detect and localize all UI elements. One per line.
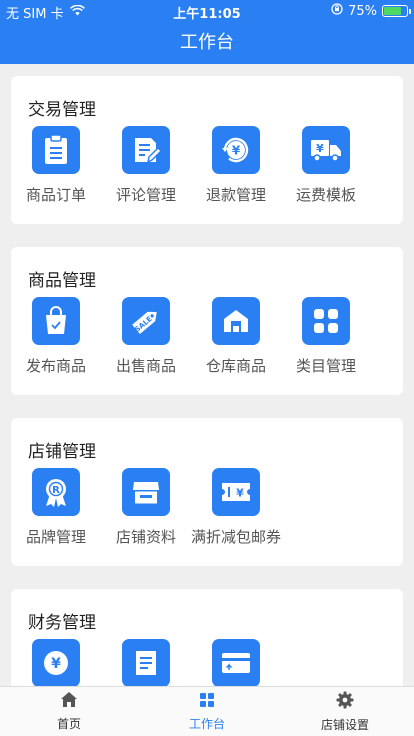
svg-text:R: R [52,485,60,496]
coupon-icon: ¥ [212,468,260,516]
sale-tag-icon: SALE [122,297,170,345]
tile-label: 类目管理 [295,357,356,375]
svg-text:¥: ¥ [51,656,61,672]
svg-text:¥: ¥ [236,487,244,500]
nav-title: 工作台 [0,22,414,64]
statement-icon [122,639,170,686]
gear-icon [336,691,354,712]
edit-document-icon [122,126,170,174]
tile-discount-coupon[interactable]: ¥ 满折减包邮券 [191,468,281,547]
tile-label: 仓库商品 [205,357,266,375]
tile-finance-3[interactable] [191,639,281,686]
tile-label: 品牌管理 [25,528,86,546]
status-bar: 无 SIM 卡 上午11:05 75% [0,0,414,22]
tile-review-management[interactable]: 评论管理 [101,126,191,205]
clipboard-icon [32,126,80,174]
tile-brand-management[interactable]: R 品牌管理 [11,468,101,547]
section-grid: 商品订单 评论管理 ¥ 退款管理 ¥ 运费模板 [11,126,403,205]
tile-finance-2[interactable] [101,639,191,686]
section-grid: ¥ [11,639,403,686]
svg-text:¥: ¥ [232,144,241,158]
status-right: 75% [331,3,411,19]
tile-finance-1[interactable]: ¥ [11,639,101,686]
tile-label: 退款管理 [205,186,266,204]
tile-refund-management[interactable]: ¥ 退款管理 [191,126,281,205]
workbench-grid-icon [199,692,215,711]
section-grid: R 品牌管理 店铺资料 ¥ 满折减包邮券 [11,468,403,547]
section-store: 店铺管理 R 品牌管理 店铺资料 ¥ 满折减包邮券 [11,418,403,566]
tile-product-orders[interactable]: 商品订单 [11,126,101,205]
yuan-coin-icon: ¥ [32,639,80,686]
tile-label: 评论管理 [115,186,176,204]
tab-store-settings[interactable]: 店铺设置 [276,687,414,736]
svg-text:¥: ¥ [316,142,324,155]
section-product: 商品管理 发布商品 SALE 出售商品 仓库商品 类目管理 [11,247,403,395]
tab-bar: 首页 工作台 店铺设置 [0,686,414,736]
section-title: 财务管理 [28,613,96,633]
brand-badge-icon: R [32,468,80,516]
delivery-truck-icon: ¥ [302,126,350,174]
battery-percent: 75% [348,3,377,19]
tile-label: 运费模板 [295,186,356,204]
tile-category-management[interactable]: 类目管理 [281,297,371,376]
section-trade: 交易管理 商品订单 评论管理 ¥ 退款管理 ¥ 运费模板 [11,76,403,224]
tile-publish-product[interactable]: 发布商品 [11,297,101,376]
tab-label: 工作台 [188,716,225,731]
tile-on-sale-products[interactable]: SALE 出售商品 [101,297,191,376]
warehouse-icon [212,297,260,345]
tab-label: 店铺设置 [320,717,369,732]
battery-icon [382,5,411,17]
tile-label: 满折减包邮券 [191,528,282,546]
section-title: 商品管理 [28,271,96,291]
section-title: 店铺管理 [28,442,96,462]
tab-label: 首页 [56,717,81,731]
section-finance: 财务管理 ¥ [11,589,403,686]
tile-label: 出售商品 [115,357,176,375]
tile-label: 店铺资料 [115,528,176,546]
tab-home[interactable]: 首页 [0,687,138,736]
home-icon [60,691,78,711]
orientation-lock-icon [331,3,343,19]
tile-shipping-template[interactable]: ¥ 运费模板 [281,126,371,205]
tile-label: 发布商品 [25,357,86,375]
bank-card-icon [212,639,260,686]
category-grid-icon [302,297,350,345]
refund-icon: ¥ [212,126,260,174]
section-title: 交易管理 [28,100,96,120]
section-grid: 发布商品 SALE 出售商品 仓库商品 类目管理 [11,297,403,376]
shopping-bag-icon [32,297,80,345]
tile-store-info[interactable]: 店铺资料 [101,468,191,547]
workbench-content[interactable]: 交易管理 商品订单 评论管理 ¥ 退款管理 ¥ 运费模板 商品管理 发布商品 S… [0,64,414,686]
tile-warehouse-products[interactable]: 仓库商品 [191,297,281,376]
store-icon [122,468,170,516]
app-screen: 无 SIM 卡 上午11:05 75% 工作台 交易管理 商品订单 评论管理 ¥… [0,0,414,736]
tile-label: 商品订单 [25,186,86,204]
battery-fill [384,7,401,15]
tab-workbench[interactable]: 工作台 [138,687,276,736]
